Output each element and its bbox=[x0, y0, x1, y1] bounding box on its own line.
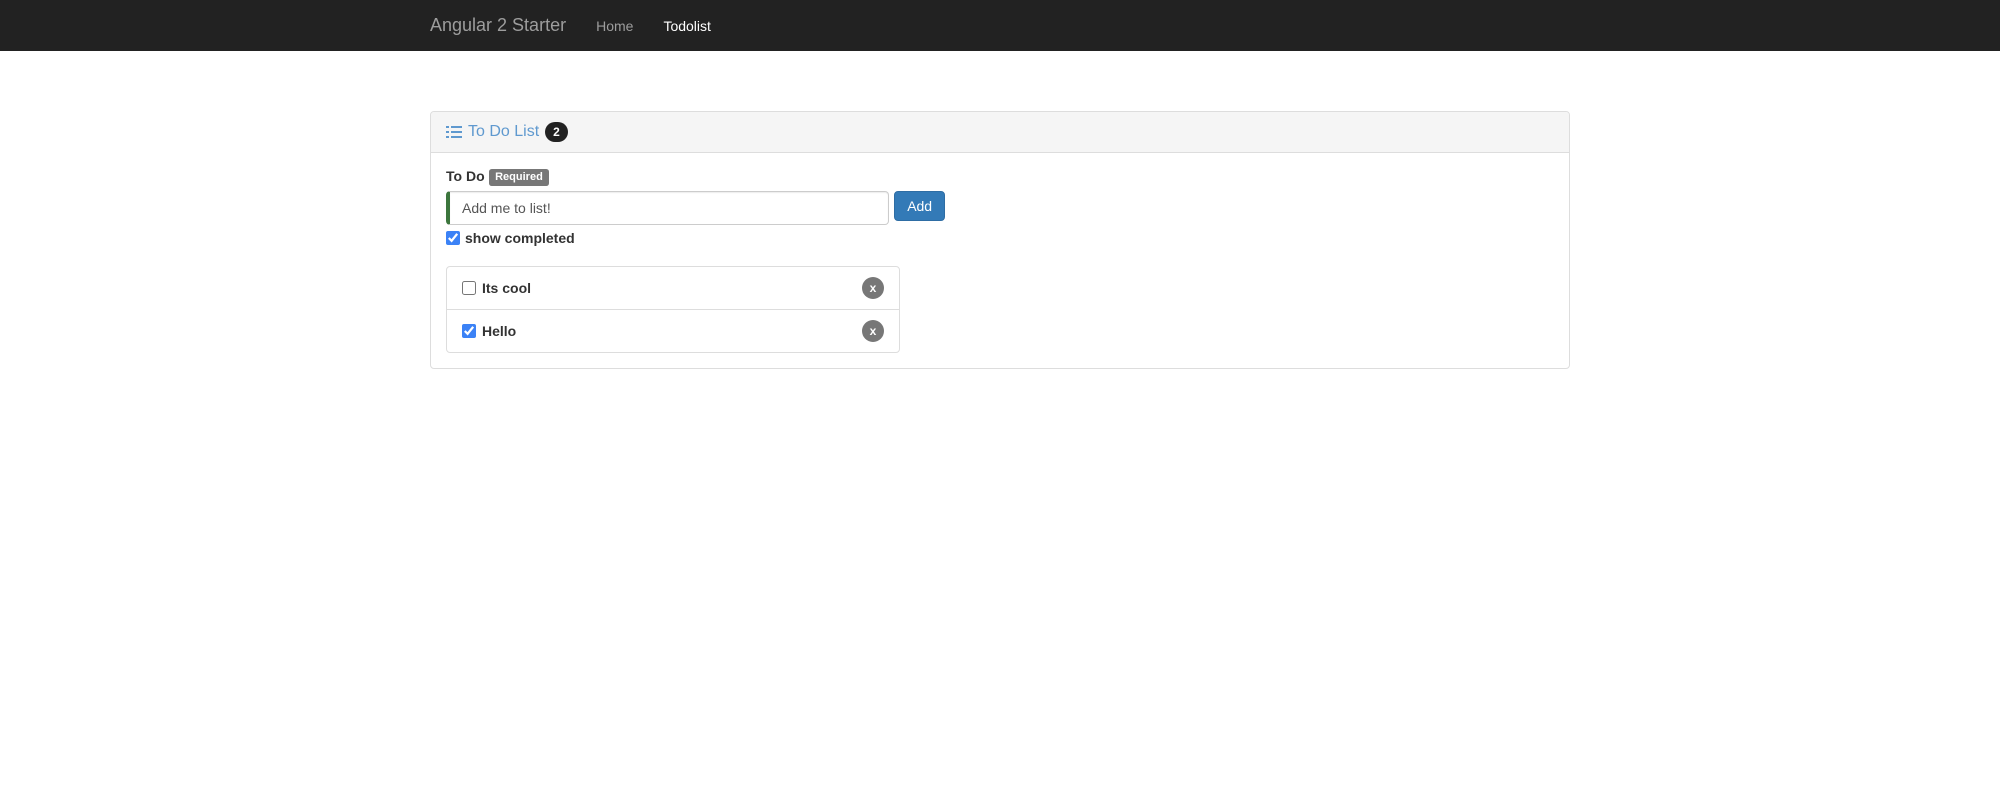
nav-links: Home Todolist bbox=[581, 3, 726, 49]
todo-input-label: To Do Required bbox=[446, 168, 549, 186]
todo-checkbox[interactable] bbox=[462, 324, 476, 338]
show-completed-checkbox[interactable] bbox=[446, 231, 460, 245]
delete-button[interactable]: x bbox=[862, 320, 884, 342]
add-button[interactable]: Add bbox=[894, 191, 945, 221]
nav-link-todolist[interactable]: Todolist bbox=[648, 3, 725, 49]
list-item: Hello x bbox=[447, 310, 899, 352]
list-item: Its cool x bbox=[447, 267, 899, 310]
todo-text: Hello bbox=[482, 323, 516, 339]
delete-button[interactable]: x bbox=[862, 277, 884, 299]
nav-link-home[interactable]: Home bbox=[581, 3, 648, 49]
navbar: Angular 2 Starter Home Todolist bbox=[0, 0, 2000, 51]
todo-count-badge: 2 bbox=[545, 122, 568, 142]
panel-title-text[interactable]: To Do List bbox=[468, 123, 539, 141]
required-badge: Required bbox=[489, 169, 550, 186]
brand-link[interactable]: Angular 2 Starter bbox=[430, 0, 581, 51]
todo-panel: To Do List 2 To Do Required Add show bbox=[430, 111, 1570, 369]
todo-list: Its cool x Hello x bbox=[446, 266, 900, 353]
todo-text: Its cool bbox=[482, 280, 531, 296]
todo-checkbox[interactable] bbox=[462, 281, 476, 295]
show-completed-row[interactable]: show completed bbox=[446, 230, 1554, 246]
panel-heading: To Do List 2 bbox=[431, 112, 1569, 153]
todo-input[interactable] bbox=[446, 191, 889, 225]
list-icon bbox=[446, 125, 462, 139]
show-completed-label: show completed bbox=[465, 230, 575, 246]
